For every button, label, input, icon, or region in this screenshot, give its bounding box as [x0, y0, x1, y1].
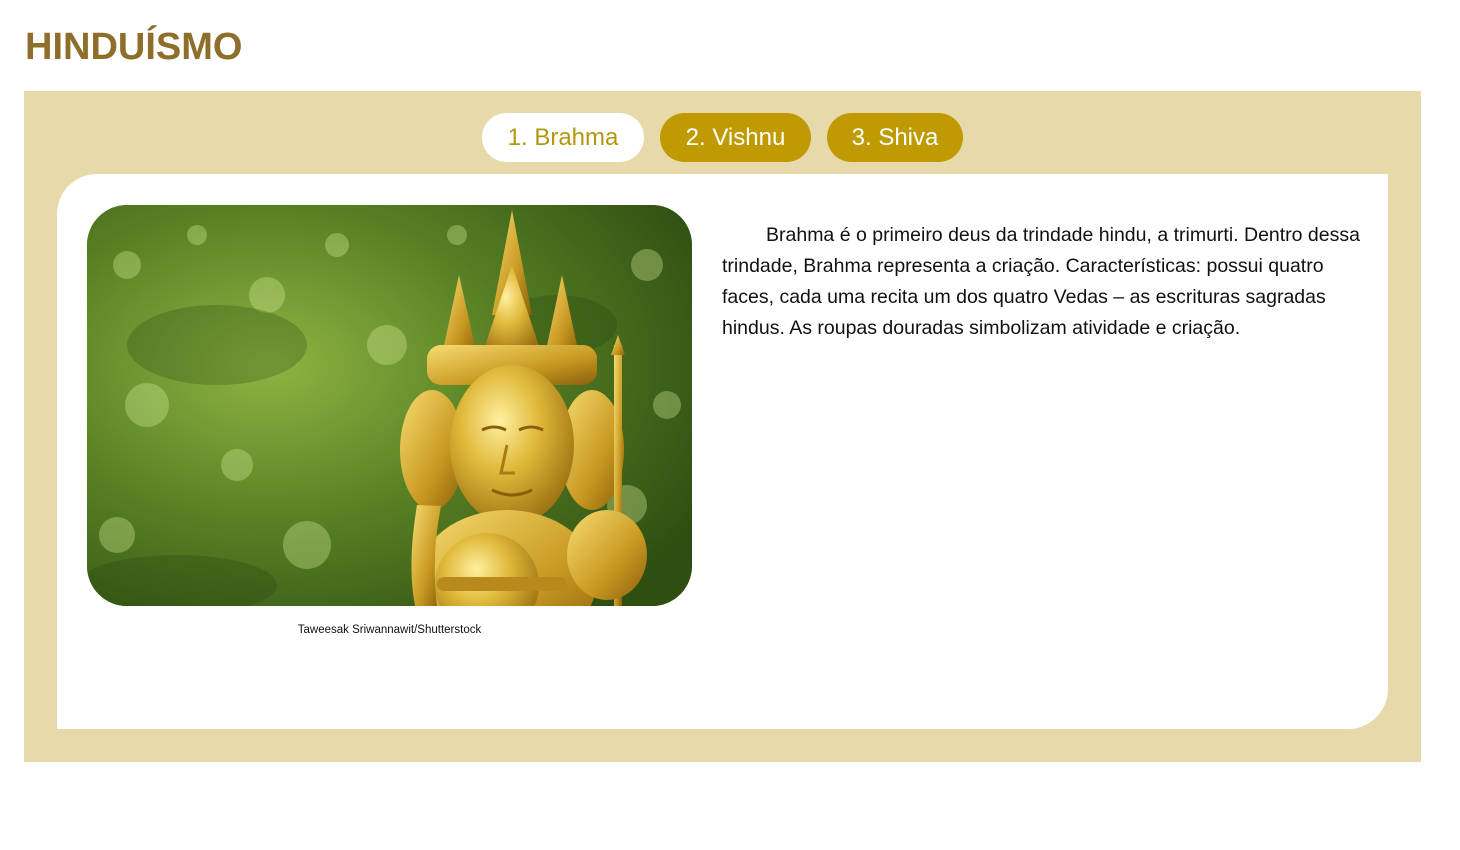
brahma-statue-image	[87, 205, 692, 606]
description-text: Brahma é o primeiro deus da trindade hin…	[722, 224, 1360, 339]
image-credit: Taweesak Sriwannawit/Shutterstock	[297, 624, 482, 636]
tab-bar: 1. Brahma 2. Vishnu 3. Shiva	[24, 113, 1421, 163]
tab-brahma[interactable]: 1. Brahma	[482, 113, 644, 162]
tab-vishnu[interactable]: 2. Vishnu	[660, 113, 811, 162]
content-panel: 1. Brahma 2. Vishnu 3. Shiva Taweesak Sr…	[24, 91, 1421, 762]
tab-shiva[interactable]: 3. Shiva	[827, 113, 963, 162]
page-title: HINDUÍSMO	[25, 26, 243, 68]
tab-content-card: Taweesak Sriwannawit/Shutterstock Brahma…	[57, 174, 1388, 729]
